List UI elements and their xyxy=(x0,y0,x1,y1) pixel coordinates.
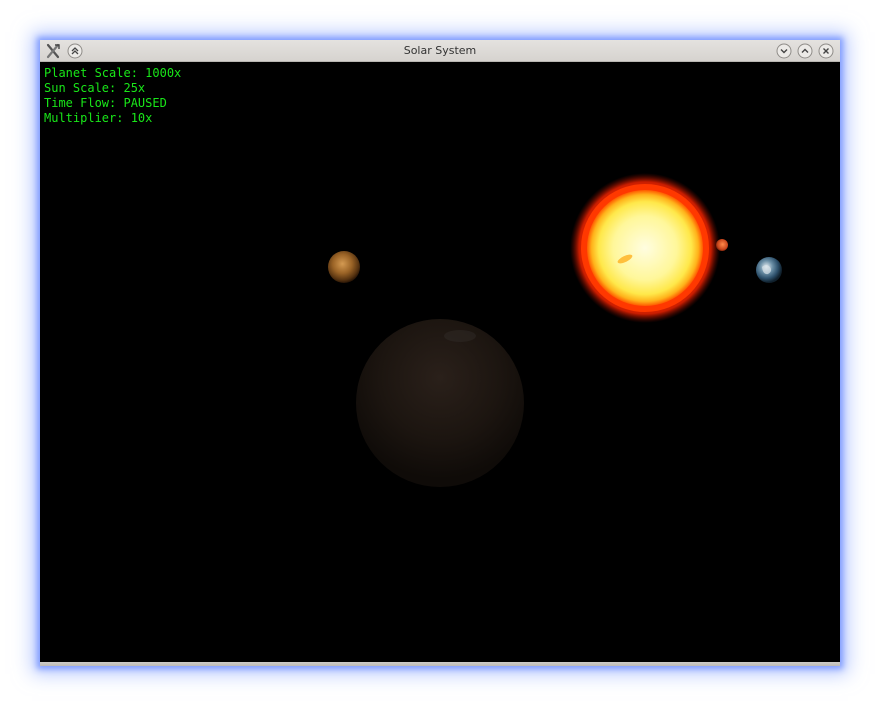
venus xyxy=(356,319,524,487)
solar-system-scene xyxy=(328,173,782,487)
minimize-button[interactable] xyxy=(776,43,792,59)
time-flow-text: Time Flow: PAUSED xyxy=(44,96,167,110)
title-bar[interactable]: Solar System xyxy=(40,40,840,62)
planet-scale-text: Planet Scale: 1000x xyxy=(44,66,182,80)
sun xyxy=(570,173,720,323)
hud-overlay: Planet Scale: 1000x Sun Scale: 25x Time … xyxy=(44,66,181,126)
maximize-button[interactable] xyxy=(797,43,813,59)
render-viewport[interactable]: Planet Scale: 1000x Sun Scale: 25x Time … xyxy=(40,62,840,662)
earth xyxy=(756,257,782,283)
window-bottom-border[interactable] xyxy=(40,662,840,666)
sun-scale-text: Sun Scale: 25x xyxy=(44,81,146,95)
close-button[interactable] xyxy=(818,43,834,59)
window-title: Solar System xyxy=(403,44,477,57)
multiplier-text: Multiplier: 10x xyxy=(44,111,153,125)
app-window: Solar System Planet Scale: 1000x Sun Sca… xyxy=(40,40,840,666)
mars xyxy=(716,239,728,251)
mercury xyxy=(328,251,360,283)
